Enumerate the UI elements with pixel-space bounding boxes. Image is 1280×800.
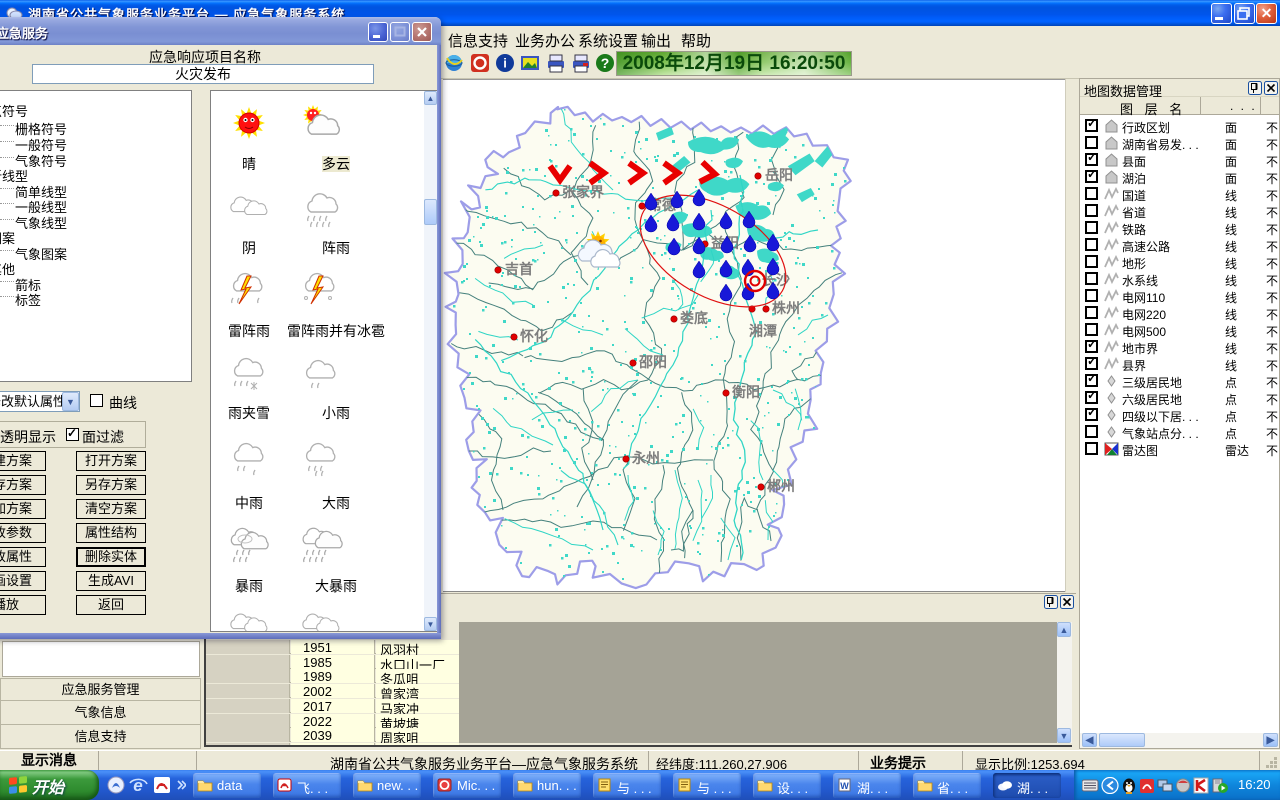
svg-text:怀化: 怀化	[520, 328, 548, 344]
svg-text:郴州: 郴州	[767, 478, 795, 494]
svg-text:衡阳: 衡阳	[732, 384, 760, 400]
svg-text:邵阳: 邵阳	[638, 354, 667, 370]
svg-text:W: W	[840, 781, 849, 791]
svg-text:岳阳: 岳阳	[765, 167, 793, 183]
svg-text:株州: 株州	[772, 300, 800, 316]
svg-text:吉首: 吉首	[505, 261, 533, 277]
svg-text:张家界: 张家界	[562, 184, 605, 200]
svg-text:湘潭: 湘潭	[749, 323, 777, 339]
svg-text:娄底: 娄底	[680, 310, 708, 326]
svg-text:i: i	[503, 56, 507, 71]
svg-text:?: ?	[601, 55, 610, 71]
svg-text:永州: 永州	[631, 450, 660, 466]
